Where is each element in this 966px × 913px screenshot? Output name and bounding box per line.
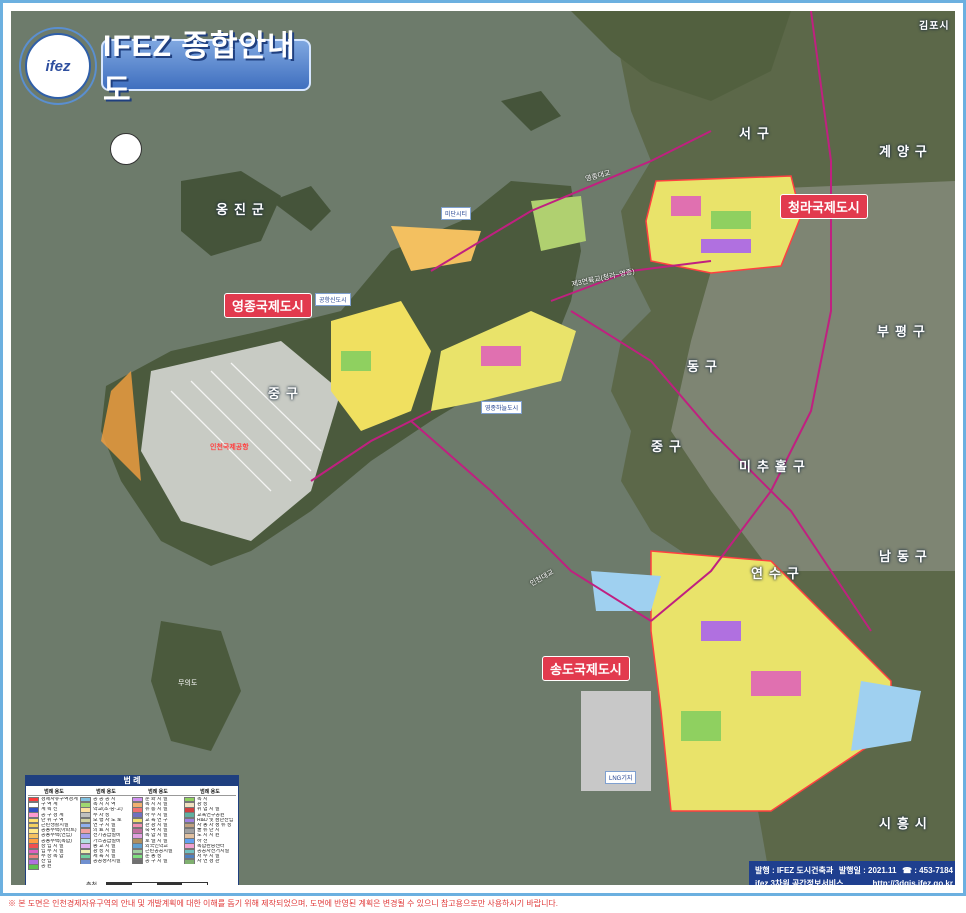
map-frame: ifez IFEZ 종합안내도 영종국제도시 청라국제도시 송도국제도시 옹진군… bbox=[0, 0, 966, 896]
district-junggu-yeongjong: 중구 bbox=[268, 386, 304, 401]
legend-swatch bbox=[80, 859, 91, 865]
legend-label: 공 원 bbox=[41, 864, 52, 870]
legend-item: 공 원 bbox=[28, 864, 80, 870]
district-bupyeong: 부평구 bbox=[877, 324, 931, 339]
district-gimpo: 김포시 bbox=[919, 21, 950, 32]
district-michuhol: 미추홀구 bbox=[739, 459, 811, 474]
district-namdong: 남동구 bbox=[879, 549, 933, 564]
district-gyeyang: 계양구 bbox=[879, 144, 933, 159]
legend-swatch bbox=[132, 859, 143, 865]
label-haneul-city[interactable]: 영종하늘도시 bbox=[481, 401, 523, 414]
district-yeonsu: 연수구 bbox=[751, 566, 805, 581]
legend-col-3: 범례 용도 문 화 시 설복 지 시 설유 통 시 설하 수 시 설교 육 연 구… bbox=[132, 788, 184, 870]
service-url[interactable]: http://3dgis.ifez.go.kr bbox=[873, 877, 953, 885]
scale-bar bbox=[106, 882, 208, 885]
label-midan[interactable]: 미단시티 bbox=[441, 207, 472, 220]
map-graphic[interactable] bbox=[11, 11, 955, 885]
disclaimer-notice: ※ 본 도면은 인천경제자유구역의 안내 및 개발계획에 대한 이해를 돕기 위… bbox=[8, 899, 559, 908]
publication-row-1: 발행 : IFEZ 도시건축과 발행일 : 2021.11 ☎ : 453-71… bbox=[755, 864, 953, 877]
phone-number: ☎ : 453-7184 bbox=[902, 866, 953, 875]
label-songdo[interactable]: 송도국제도시 bbox=[542, 656, 630, 681]
legend-col-1: 범례 용도 경제자유구역경계 구 역 계계 획 선공 구 경 계단 위 구 역 근린생… bbox=[28, 788, 80, 870]
legend-col-4: 범례 용도 녹 지광 장위 험 시 설 교육연구공원 R&D 및 첨단산업 자 동 차 … bbox=[184, 788, 236, 870]
map-canvas[interactable]: ifez IFEZ 종합안내도 영종국제도시 청라국제도시 송도국제도시 옹진군… bbox=[11, 11, 955, 885]
publish-date: 발행일 : 2021.11 bbox=[838, 866, 897, 875]
service-name: ifez 3차원 공간정보서비스 bbox=[755, 879, 844, 885]
legend-swatch bbox=[184, 859, 195, 865]
map-title-block: ifez IFEZ 종합안내도 bbox=[19, 27, 311, 107]
district-donggu: 동구 bbox=[687, 359, 723, 374]
legend-label: 공공청사시설 bbox=[93, 859, 121, 865]
legend-item: 공공청사시설 bbox=[80, 859, 132, 865]
label-airport[interactable]: 인천국제공항 bbox=[207, 441, 252, 453]
scale-label: 축척 bbox=[86, 880, 97, 885]
legend-label: 공 구 시 설 bbox=[145, 859, 168, 865]
legend-item: 자 연 경 관 bbox=[184, 859, 236, 865]
label-cheongna[interactable]: 청라국제도시 bbox=[780, 194, 868, 219]
legend-col-header: 범례 용도 bbox=[80, 788, 132, 796]
legend-swatch bbox=[28, 864, 39, 870]
legend-item: 공 구 시 설 bbox=[132, 859, 184, 865]
district-siheung: 시흥시 bbox=[879, 816, 933, 831]
district-ongjin: 옹진군 bbox=[216, 202, 270, 217]
legend-title: 범 례 bbox=[26, 776, 238, 786]
legend-col-header: 범례 용도 bbox=[132, 788, 184, 796]
publication-row-2: ifez 3차원 공간정보서비스 http://3dgis.ifez.go.kr bbox=[755, 877, 953, 885]
legend-col-2: 범례 용도 공 공 공 지녹 지 지 역 학교(초·중·고) 주 차 장보 행 자 도… bbox=[80, 788, 132, 870]
publisher-text: 발행 : IFEZ 도시건축과 bbox=[755, 866, 834, 875]
label-airport-city[interactable]: 공항신도시 bbox=[315, 293, 351, 306]
publication-info: 발행 : IFEZ 도시건축과 발행일 : 2021.11 ☎ : 453-71… bbox=[749, 861, 955, 885]
compass-icon bbox=[110, 133, 142, 165]
legend-col-header: 범례 용도 bbox=[28, 788, 80, 796]
label-muui[interactable]: 무의도 bbox=[175, 677, 200, 689]
legend-col-header: 범례 용도 bbox=[184, 788, 236, 796]
district-seogu: 서구 bbox=[739, 126, 775, 141]
legend-columns: 범례 용도 경제자유구역경계 구 역 계계 획 선공 구 경 계단 위 구 역 근린생… bbox=[26, 786, 238, 870]
label-yeongjong[interactable]: 영종국제도시 bbox=[224, 293, 312, 318]
district-junggu-incheon: 중구 bbox=[651, 439, 687, 454]
ifez-logo: ifez bbox=[25, 33, 91, 99]
map-title: IFEZ 종합안내도 bbox=[101, 30, 311, 107]
legend-label: 자 연 경 관 bbox=[197, 859, 220, 865]
map-legend: 범 례 범례 용도 경제자유구역경계 구 역 계계 획 선공 구 경 계단 위 구 … bbox=[25, 775, 239, 885]
label-lng[interactable]: LNG기지 bbox=[605, 771, 637, 784]
